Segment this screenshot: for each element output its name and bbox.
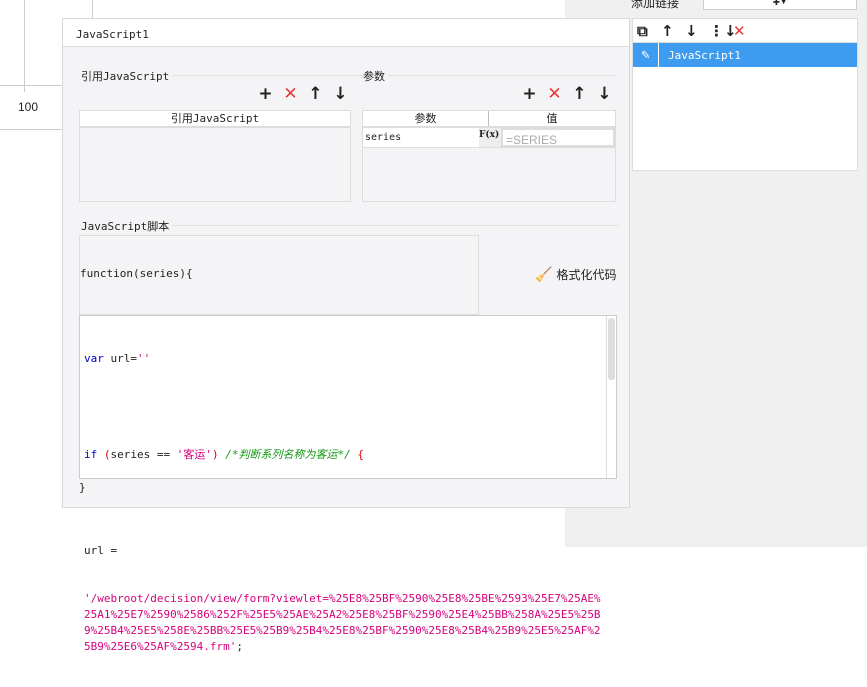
arrow-up-icon[interactable]: ↑ — [303, 84, 328, 104]
ref-section-title: 引用JavaScript — [81, 68, 173, 84]
format-code-label: 格式化代码 — [556, 268, 617, 282]
link-list-panel: ⧉ ↑ ↓ ⋮↓✕ ✎ JavaScript1 — [632, 18, 858, 171]
javascript-dialog: JavaScript1 引用JavaScript + ✕ ↑ ↓ 引用JavaScri… — [62, 18, 630, 653]
param-table: 参数 值 series F(x) =SERIES — [362, 110, 616, 202]
add-link-dropdown[interactable]: ✚▾ — [703, 0, 857, 10]
list-item[interactable]: ✎ JavaScript1 — [633, 43, 857, 67]
value-column-header: 值 — [546, 112, 558, 125]
arrow-up-icon[interactable]: ↑ — [661, 22, 685, 40]
add-icon[interactable]: + — [253, 84, 278, 104]
list-item-label: JavaScript1 — [668, 48, 741, 62]
function-header: function(series){ — [80, 267, 193, 280]
delete-icon[interactable]: ✕ — [733, 22, 746, 40]
param-value-input[interactable]: =SERIES — [501, 128, 615, 147]
param-section-title: 参数 — [363, 68, 388, 84]
arrow-down-icon[interactable]: ↓ — [592, 84, 617, 104]
grid-line — [0, 85, 62, 86]
format-code-button[interactable]: 🧹 格式化代码 — [535, 266, 616, 283]
ref-column-header: 引用JavaScript — [80, 111, 350, 128]
broom-icon: 🧹 — [535, 266, 553, 283]
scrollbar-thumb[interactable] — [608, 318, 615, 380]
formula-button[interactable]: F(x) — [479, 128, 501, 147]
scrollbar[interactable] — [606, 316, 616, 478]
param-column-header: 参数 — [363, 111, 489, 126]
delete-icon[interactable]: ✕ — [542, 84, 567, 104]
copy-icon[interactable]: ⧉ — [637, 22, 661, 40]
delete-icon[interactable]: ✕ — [278, 84, 303, 104]
script-section-title: JavaScript脚本 — [81, 218, 173, 234]
param-name-cell[interactable]: series — [363, 128, 479, 147]
function-footer: } — [79, 481, 86, 494]
axis-line — [24, 0, 25, 92]
ref-table: 引用JavaScript — [79, 110, 351, 202]
ref-toolbar: + ✕ ↑ ↓ — [253, 84, 353, 104]
axis-tick-label: 100 — [18, 100, 39, 114]
add-link-label: 添加链接 — [631, 0, 680, 10]
add-icon[interactable]: + — [517, 84, 542, 104]
code-editor[interactable]: var url='' if (series == '客运') /*判断系列名称为… — [79, 315, 617, 653]
sort-icon[interactable]: ⋮↓ — [709, 22, 737, 40]
arrow-down-icon[interactable]: ↓ — [328, 84, 353, 104]
table-row: series F(x) =SERIES — [363, 128, 615, 148]
link-toolbar: ⧉ ↑ ↓ ⋮↓✕ — [633, 19, 857, 43]
arrow-down-icon[interactable]: ↓ — [685, 22, 709, 40]
arrow-up-icon[interactable]: ↑ — [567, 84, 592, 104]
param-toolbar: + ✕ ↑ ↓ — [517, 84, 617, 104]
grid-line — [0, 129, 62, 130]
dialog-title: JavaScript1 — [63, 19, 629, 47]
grid-line — [92, 0, 93, 18]
edit-icon: ✎ — [633, 43, 659, 67]
